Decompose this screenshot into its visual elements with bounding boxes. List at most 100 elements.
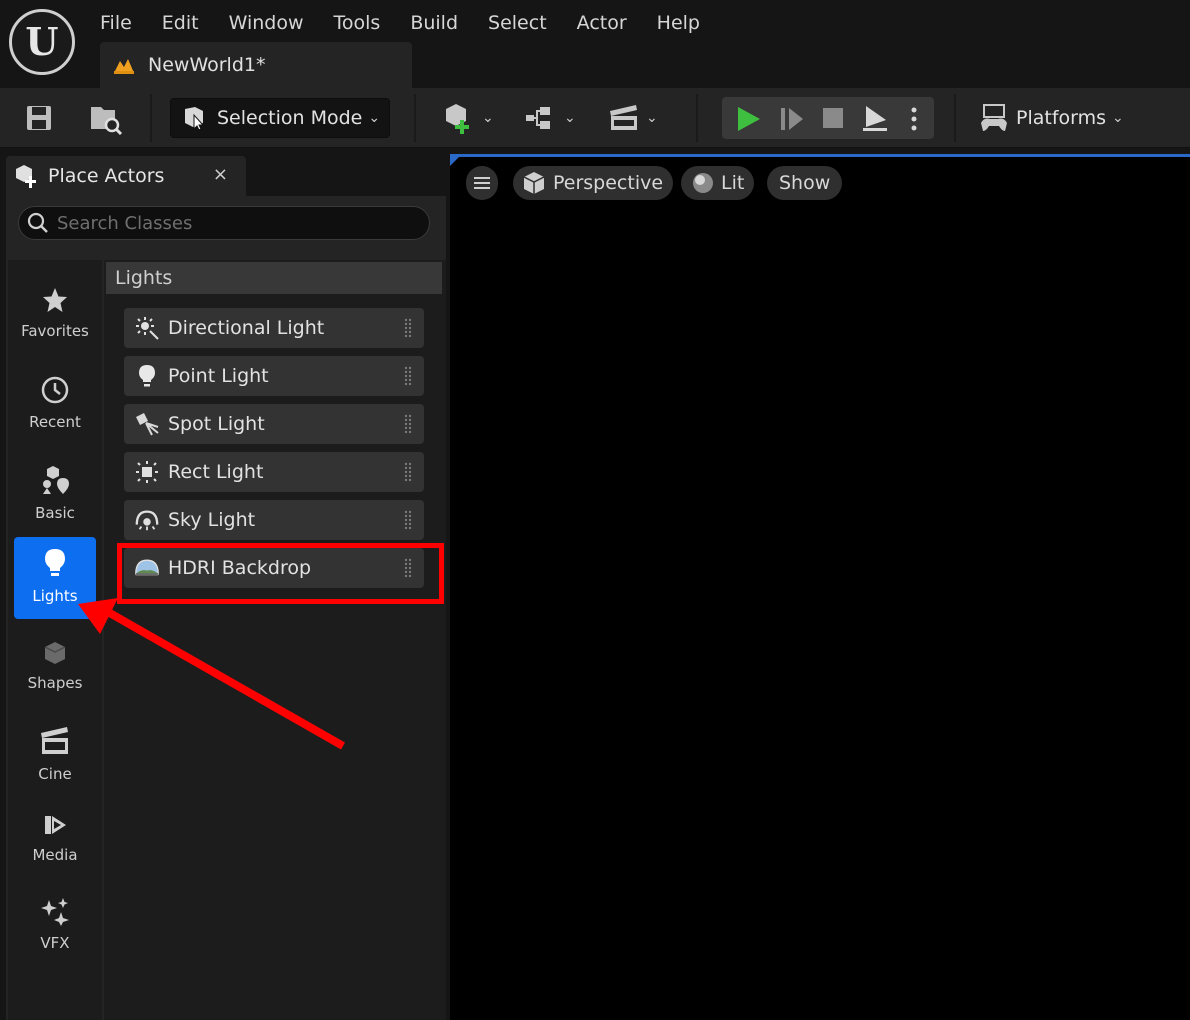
- viewport-options-button[interactable]: [466, 166, 498, 200]
- hamburger-menu-icon: [474, 177, 490, 189]
- category-recent[interactable]: Recent: [14, 365, 96, 447]
- show-label: Show: [779, 172, 831, 194]
- play-icon[interactable]: [734, 105, 762, 133]
- lit-sphere-icon: [693, 173, 713, 193]
- blueprints-button[interactable]: ⌄: [524, 100, 576, 136]
- actor-point-light[interactable]: Point Light: [124, 356, 424, 396]
- category-sidebar: Favorites Recent Basic Lights Shapes Cin…: [8, 260, 102, 1020]
- drag-handle-icon[interactable]: [404, 318, 412, 338]
- more-options-icon[interactable]: [910, 105, 918, 133]
- search-placeholder: Search Classes: [57, 212, 193, 234]
- clapperboard-icon: [41, 727, 68, 754]
- platforms-dropdown[interactable]: Platforms ⌄: [978, 100, 1124, 136]
- category-cine[interactable]: Cine: [14, 715, 96, 797]
- lightbulb-icon: [45, 549, 65, 576]
- toolbar-separator: [954, 94, 956, 142]
- list-header: Lights: [106, 262, 442, 294]
- blueprint-icon: [526, 107, 550, 129]
- category-basic[interactable]: Basic: [14, 454, 96, 536]
- list-header-label: Lights: [115, 267, 173, 289]
- spot-light-icon: [136, 413, 159, 436]
- category-label: Favorites: [21, 322, 89, 340]
- basic-shapes-icon: [43, 466, 69, 494]
- category-lights[interactable]: Lights: [14, 537, 96, 619]
- drag-handle-icon[interactable]: [404, 414, 412, 434]
- drag-handle-icon[interactable]: [404, 366, 412, 386]
- browse-content-button[interactable]: [88, 100, 124, 136]
- category-vfx[interactable]: VFX: [14, 886, 96, 968]
- toolbar-separator: [696, 94, 698, 142]
- drag-handle-icon[interactable]: [404, 510, 412, 530]
- menu-file[interactable]: File: [100, 8, 132, 36]
- media-icon: [45, 816, 66, 834]
- category-label: Lights: [32, 587, 78, 605]
- category-media[interactable]: Media: [14, 802, 96, 884]
- save-icon: [27, 106, 51, 130]
- toolbar-separator: [150, 94, 152, 142]
- category-label: VFX: [40, 934, 70, 952]
- eject-icon[interactable]: [860, 103, 890, 133]
- category-favorites[interactable]: Favorites: [14, 276, 96, 358]
- actor-label: Point Light: [168, 365, 269, 387]
- category-label: Shapes: [27, 674, 83, 692]
- category-label: Cine: [38, 765, 72, 783]
- level-viewport[interactable]: Perspective Lit Show: [450, 154, 1190, 1020]
- category-shapes[interactable]: Shapes: [14, 630, 96, 712]
- point-light-icon: [139, 365, 155, 387]
- level-tab[interactable]: NewWorld1*: [100, 42, 412, 88]
- lit-button[interactable]: Lit: [681, 166, 755, 200]
- category-label: Basic: [35, 504, 75, 522]
- menu-edit[interactable]: Edit: [162, 8, 199, 36]
- actor-rect-light[interactable]: Rect Light: [124, 452, 424, 492]
- main-toolbar: Selection Mode ⌄ ⌄ ⌄ ⌄ Platforms ⌄: [0, 88, 1190, 148]
- place-actors-title: Place Actors: [48, 165, 165, 187]
- advance-frame-icon[interactable]: [778, 105, 806, 133]
- category-label: Media: [32, 846, 78, 864]
- selection-mode-dropdown[interactable]: Selection Mode ⌄: [170, 98, 390, 138]
- actor-label: Sky Light: [168, 509, 256, 531]
- title-bar: U File Edit Window Tools Build Select Ac…: [0, 0, 1190, 88]
- actor-spot-light[interactable]: Spot Light: [124, 404, 424, 444]
- level-tab-label: NewWorld1*: [148, 54, 266, 76]
- actor-directional-light[interactable]: Directional Light: [124, 308, 424, 348]
- gamepad-icon: [981, 104, 1007, 131]
- chevron-down-icon: ⌄: [482, 110, 494, 126]
- close-icon[interactable]: ×: [213, 164, 228, 185]
- perspective-label: Perspective: [553, 172, 664, 194]
- lit-label: Lit: [721, 172, 745, 194]
- search-icon: [27, 212, 48, 233]
- perspective-button[interactable]: Perspective: [513, 166, 674, 200]
- sky-light-icon: [135, 510, 159, 531]
- save-button[interactable]: [24, 100, 54, 136]
- actor-label: Directional Light: [168, 317, 325, 339]
- rect-light-icon: [136, 461, 158, 483]
- highlight-box: [117, 543, 444, 604]
- chevron-down-icon: ⌄: [564, 110, 576, 126]
- menu-tools[interactable]: Tools: [334, 8, 381, 36]
- folder-search-icon: [91, 107, 123, 135]
- place-actors-tab[interactable]: Place Actors ×: [6, 156, 246, 196]
- chevron-down-icon: ⌄: [1112, 110, 1124, 126]
- menu-actor[interactable]: Actor: [577, 8, 627, 36]
- directional-light-icon: [136, 317, 159, 340]
- actor-sky-light[interactable]: Sky Light: [124, 500, 424, 540]
- search-input[interactable]: Search Classes: [18, 206, 430, 240]
- cinematics-button[interactable]: ⌄: [608, 100, 658, 136]
- perspective-cube-icon: [523, 172, 545, 194]
- clapperboard-icon: [610, 105, 637, 130]
- menu-build[interactable]: Build: [410, 8, 458, 36]
- selection-mode-icon: [185, 107, 205, 131]
- add-actor-button[interactable]: ⌄: [442, 100, 494, 136]
- sparkles-icon: [41, 898, 69, 926]
- unreal-logo-icon[interactable]: U: [9, 9, 75, 75]
- add-actor-icon: [446, 104, 469, 134]
- drag-handle-icon[interactable]: [404, 462, 412, 482]
- viewport-active-border: [450, 154, 1190, 157]
- viewport-corner-marker: [450, 154, 462, 166]
- show-button[interactable]: Show: [767, 166, 843, 200]
- menu-select[interactable]: Select: [488, 8, 547, 36]
- menu-help[interactable]: Help: [657, 8, 700, 36]
- menu-window[interactable]: Window: [229, 8, 304, 36]
- stop-icon[interactable]: [820, 105, 846, 131]
- clock-icon: [41, 376, 69, 404]
